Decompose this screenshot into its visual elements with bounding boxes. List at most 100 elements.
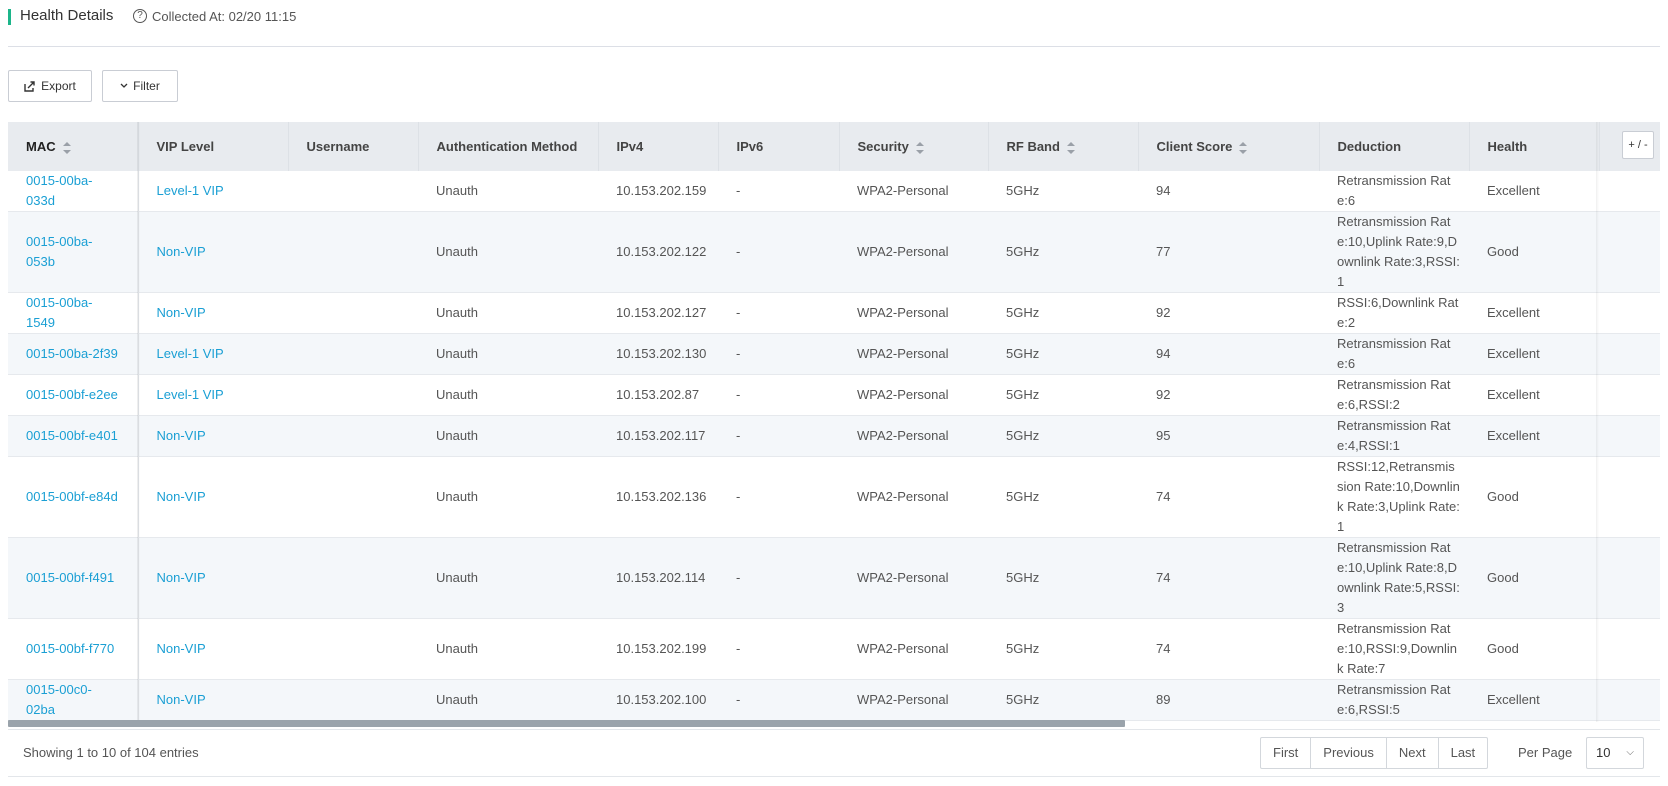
health-cell: Good — [1469, 211, 1599, 293]
security-cell: WPA2-Personal — [839, 333, 988, 375]
mac-link[interactable]: 0015-00bf-e401 — [8, 415, 139, 457]
entries-summary: Showing 1 to 10 of 104 entries — [23, 745, 199, 760]
vip-level-link[interactable]: Non-VIP — [138, 679, 288, 721]
auth-method-cell: Unauth — [418, 537, 598, 619]
auth-method-cell: Unauth — [418, 211, 598, 293]
mac-link[interactable]: 0015-00ba-053b — [8, 211, 139, 293]
ipv6-cell: - — [718, 171, 839, 212]
first-page-button[interactable]: First — [1261, 738, 1312, 768]
deduction-cell: Retransmission Rate:10,RSSI:9,Downlink R… — [1319, 618, 1469, 680]
sort-icon[interactable] — [1239, 141, 1248, 154]
empty-cell — [1599, 415, 1660, 457]
ipv4-cell: 10.153.202.114 — [598, 537, 718, 619]
mac-link[interactable]: 0015-00ba-2f39 — [8, 333, 139, 375]
client-score-cell: 92 — [1138, 374, 1319, 416]
client-score-cell: 74 — [1138, 537, 1319, 619]
empty-cell — [1599, 374, 1660, 416]
column-header-vip-level: VIP Level — [138, 122, 289, 171]
per-page-label: Per Page — [1518, 745, 1573, 760]
last-page-button[interactable]: Last — [1439, 738, 1488, 768]
ipv6-cell: - — [718, 333, 839, 375]
ipv6-cell: - — [718, 374, 839, 416]
mac-link[interactable]: 0015-00bf-e2ee — [8, 374, 139, 416]
help-icon[interactable]: ? — [133, 9, 147, 23]
empty-cell — [1599, 537, 1660, 619]
page-header: Health Details ? Collected At: 02/20 11:… — [8, 0, 1660, 47]
health-table-container[interactable]: MAC VIP Level Username Authentication Me… — [8, 122, 1660, 729]
health-cell: Good — [1469, 537, 1599, 619]
health-table: MAC VIP Level Username Authentication Me… — [8, 122, 1660, 721]
vip-level-link[interactable]: Level-1 VIP — [138, 374, 288, 416]
mac-link[interactable]: 0015-00bf-e84d — [8, 456, 139, 538]
health-cell: Excellent — [1469, 415, 1599, 457]
export-icon — [24, 80, 35, 92]
client-score-cell: 74 — [1138, 456, 1319, 538]
ipv4-cell: 10.153.202.87 — [598, 374, 718, 416]
username-cell — [288, 292, 418, 334]
ipv4-cell: 10.153.202.100 — [598, 679, 718, 721]
vip-level-link[interactable]: Non-VIP — [138, 211, 288, 293]
vip-level-link[interactable]: Non-VIP — [138, 537, 288, 619]
health-cell: Good — [1469, 618, 1599, 680]
empty-cell — [1599, 211, 1660, 293]
security-cell: WPA2-Personal — [839, 618, 988, 680]
table-row: 0015-00ba-053b Non-VIP Unauth 10.153.202… — [8, 211, 1660, 293]
table-row: 0015-00bf-e401 Non-VIP Unauth 10.153.202… — [8, 415, 1660, 457]
export-button[interactable]: Export — [8, 70, 92, 102]
rf-band-cell: 5GHz — [988, 211, 1138, 293]
column-header-mac[interactable]: MAC — [8, 122, 139, 171]
table-row: 0015-00bf-e84d Non-VIP Unauth 10.153.202… — [8, 456, 1660, 538]
ipv6-cell: - — [718, 537, 839, 619]
mac-link[interactable]: 0015-00bf-f770 — [8, 618, 139, 680]
rf-band-cell: 5GHz — [988, 292, 1138, 334]
sort-icon[interactable] — [915, 141, 924, 154]
auth-method-cell: Unauth — [418, 456, 598, 538]
sort-icon[interactable] — [62, 141, 71, 154]
deduction-cell: Retransmission Rate:6 — [1319, 171, 1469, 212]
vip-level-link[interactable]: Non-VIP — [138, 618, 288, 680]
column-header-security[interactable]: Security — [839, 122, 989, 171]
pagination: First Previous Next Last — [1260, 737, 1489, 769]
vip-level-link[interactable]: Level-1 VIP — [138, 333, 288, 375]
vip-level-link[interactable]: Level-1 VIP — [138, 171, 288, 212]
horizontal-scrollbar[interactable] — [8, 720, 1125, 727]
mac-link[interactable]: 0015-00c0-02ba — [8, 679, 139, 721]
ipv4-cell: 10.153.202.127 — [598, 292, 718, 334]
previous-page-button[interactable]: Previous — [1311, 738, 1387, 768]
column-header-rf-band[interactable]: RF Band — [988, 122, 1139, 171]
auth-method-cell: Unauth — [418, 679, 598, 721]
table-row: 0015-00bf-e2ee Level-1 VIP Unauth 10.153… — [8, 374, 1660, 416]
mac-link[interactable]: 0015-00bf-f491 — [8, 537, 139, 619]
vip-level-link[interactable]: Non-VIP — [138, 456, 288, 538]
next-page-button[interactable]: Next — [1387, 738, 1439, 768]
ipv4-cell: 10.153.202.122 — [598, 211, 718, 293]
health-cell: Excellent — [1469, 171, 1599, 212]
username-cell — [288, 374, 418, 416]
security-cell: WPA2-Personal — [839, 415, 988, 457]
rf-band-cell: 5GHz — [988, 679, 1138, 721]
deduction-cell: RSSI:12,Retransmission Rate:10,Downlink … — [1319, 456, 1469, 538]
rf-band-cell: 5GHz — [988, 537, 1138, 619]
ipv4-cell: 10.153.202.117 — [598, 415, 718, 457]
table-row: 0015-00ba-1549 Non-VIP Unauth 10.153.202… — [8, 292, 1660, 334]
table-row: 0015-00bf-f491 Non-VIP Unauth 10.153.202… — [8, 537, 1660, 619]
auth-method-cell: Unauth — [418, 618, 598, 680]
username-cell — [288, 456, 418, 538]
mac-link[interactable]: 0015-00ba-1549 — [8, 292, 139, 334]
vip-level-link[interactable]: Non-VIP — [138, 292, 288, 334]
client-score-cell: 77 — [1138, 211, 1319, 293]
column-toggle-button[interactable]: + / - — [1622, 131, 1654, 159]
column-header-deduction: Deduction — [1319, 122, 1470, 171]
mac-link[interactable]: 0015-00ba-033d — [8, 171, 139, 212]
sort-icon[interactable] — [1066, 141, 1075, 154]
filter-button[interactable]: Filter — [102, 70, 178, 102]
ipv6-cell: - — [718, 415, 839, 457]
rf-band-cell: 5GHz — [988, 333, 1138, 375]
column-header-client-score[interactable]: Client Score — [1138, 122, 1320, 171]
username-cell — [288, 679, 418, 721]
auth-method-cell: Unauth — [418, 292, 598, 334]
vip-level-link[interactable]: Non-VIP — [138, 415, 288, 457]
security-cell: WPA2-Personal — [839, 171, 988, 212]
per-page-select[interactable]: 10 ⌵ — [1586, 737, 1644, 769]
table-row: 0015-00c0-02ba Non-VIP Unauth 10.153.202… — [8, 679, 1660, 721]
